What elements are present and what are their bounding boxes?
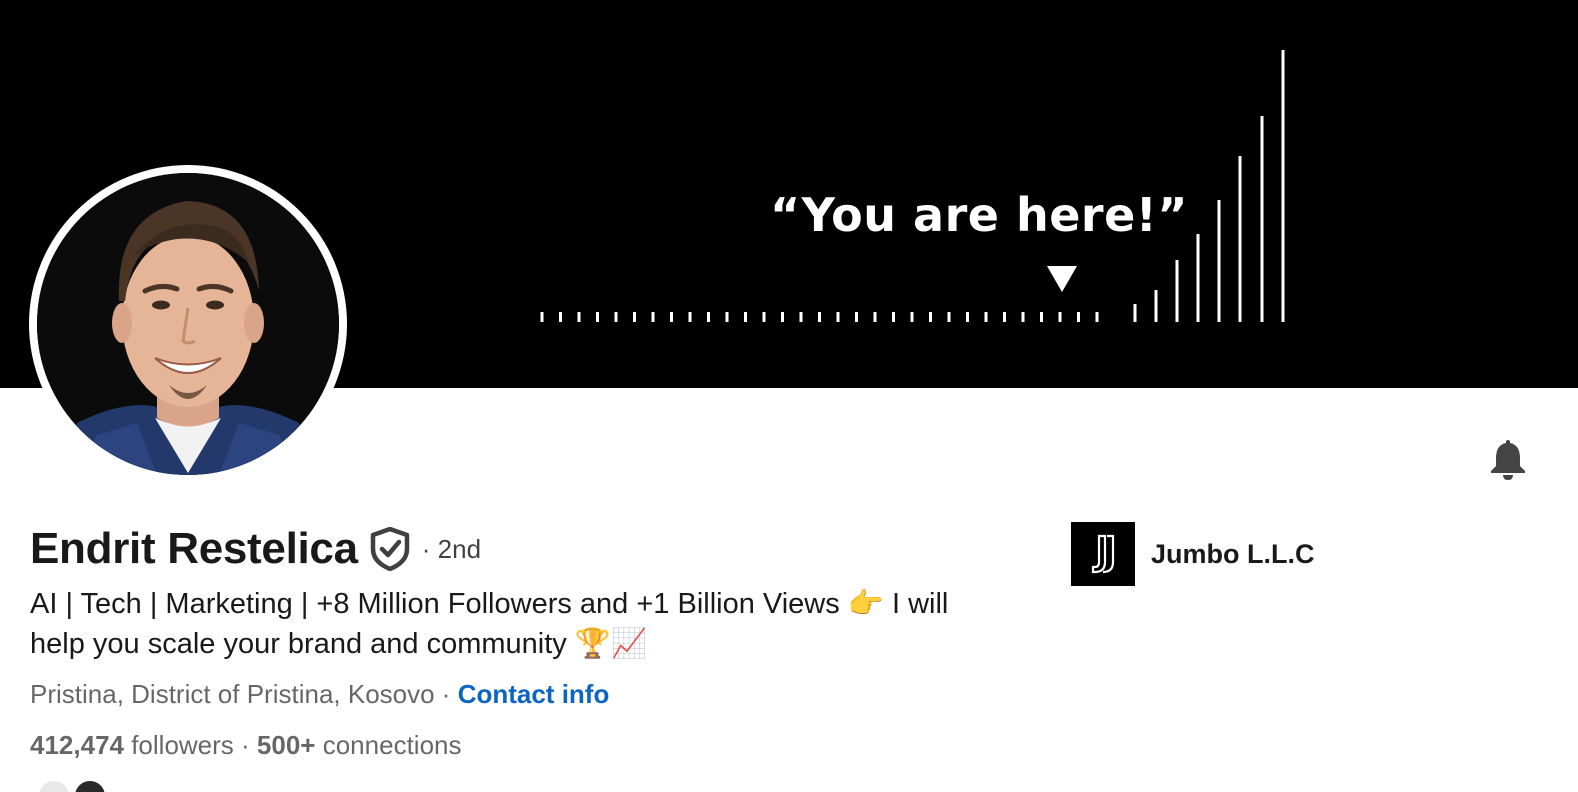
banner-quote: “You are here!”	[770, 188, 1189, 242]
verified-shield-icon[interactable]	[370, 527, 410, 571]
avatar-portrait	[37, 173, 339, 475]
profile-page: “You are here!” Endrit Restelica · 2nd A…	[0, 0, 1578, 792]
profile-photo[interactable]	[29, 165, 347, 483]
connection-degree: · 2nd	[421, 533, 482, 564]
location-row: Pristina, District of Pristina, Kosovo ·…	[30, 679, 609, 710]
avatar	[37, 173, 339, 475]
stats-separator: ·	[233, 730, 257, 760]
current-company[interactable]: Jumbo L.L.C	[1071, 522, 1315, 586]
followers-label: followers	[123, 730, 234, 760]
company-name: Jumbo L.L.C	[1151, 538, 1315, 569]
profile-headline: AI | Tech | Marketing | +8 Million Follo…	[30, 588, 949, 660]
company-logo-mark	[1091, 534, 1115, 574]
company-logo	[1071, 522, 1135, 586]
connections-count: 500+	[256, 730, 316, 760]
contact-info-link[interactable]: Contact info	[458, 679, 610, 709]
profile-location: Pristina, District of Pristina, Kosovo	[30, 679, 435, 709]
profile-name: Endrit Restelica	[30, 524, 358, 573]
location-separator: ·	[434, 679, 458, 709]
bell-icon[interactable]	[1484, 434, 1532, 482]
followers-link[interactable]: 412,474 followers	[30, 730, 234, 760]
stats-row: 412,474 followers · 500+ connections	[30, 730, 461, 761]
connections-link[interactable]: 500+ connections	[257, 730, 462, 760]
name-row: Endrit Restelica · 2nd	[30, 524, 481, 574]
followers-count: 412,474	[30, 730, 124, 760]
bell-icon-graphic	[1491, 440, 1525, 480]
mutual-connections-avatars[interactable]	[32, 776, 112, 792]
connections-label: connections	[315, 730, 462, 760]
down-triangle-icon	[1047, 266, 1077, 292]
